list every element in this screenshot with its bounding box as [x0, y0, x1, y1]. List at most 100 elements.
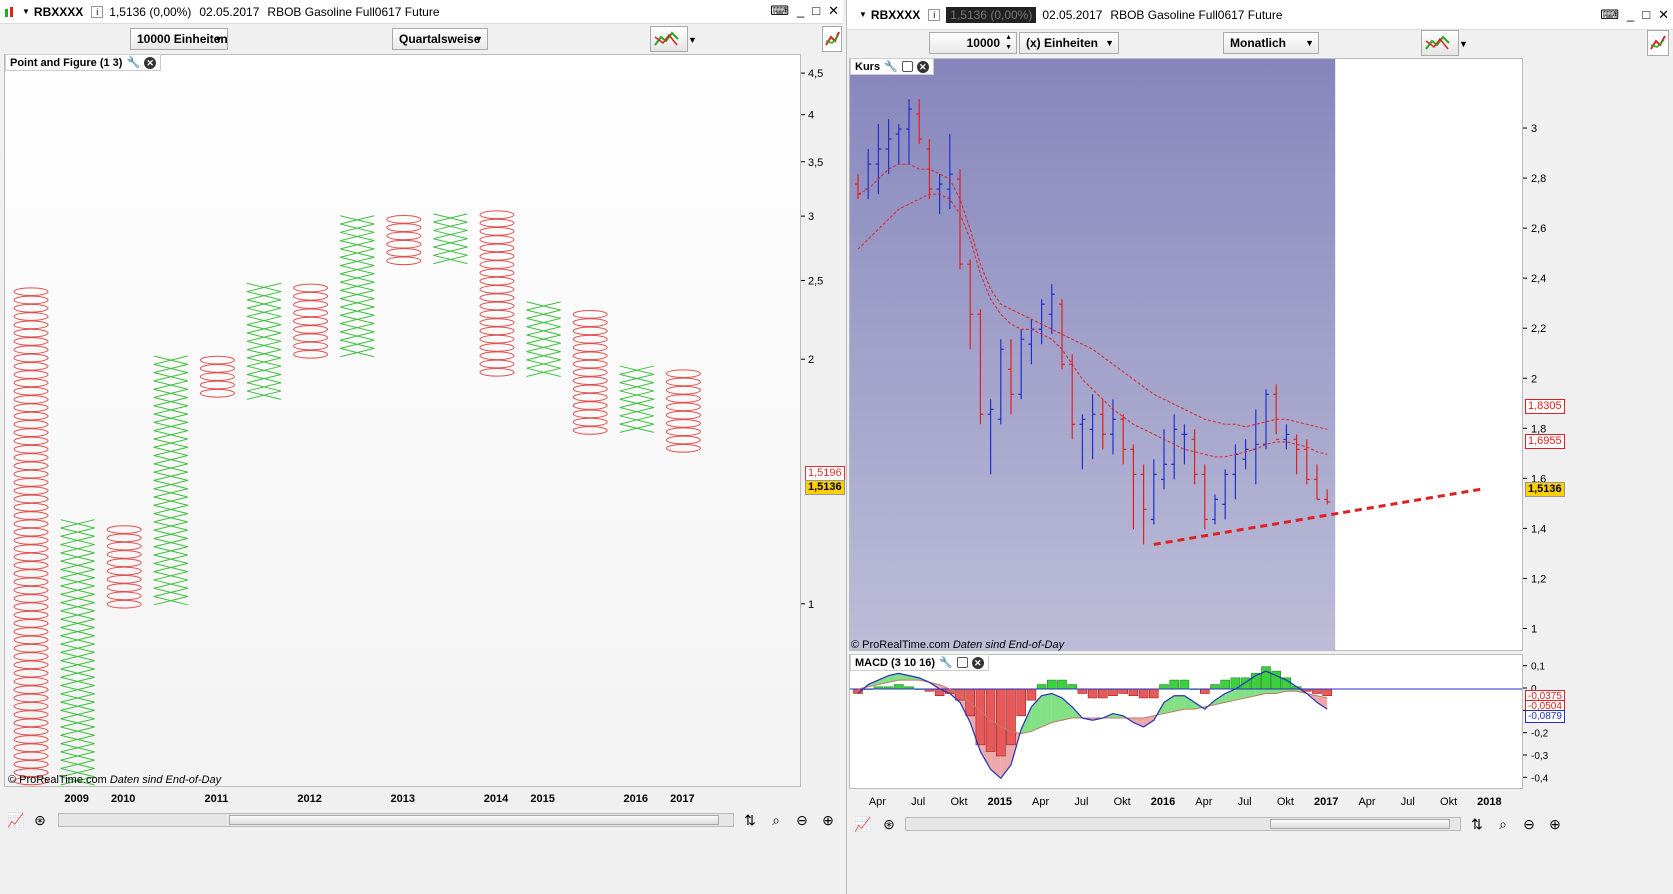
pf-x-mark — [60, 660, 95, 670]
pf-o-mark — [13, 536, 49, 545]
chart-type-button[interactable] — [1421, 30, 1459, 56]
scrollbar-thumb[interactable] — [1270, 819, 1450, 829]
close-icon[interactable]: ✕ — [828, 3, 839, 19]
y-tick-label: -0,4 — [1531, 773, 1549, 784]
zoom-out-icon[interactable]: ⊖ — [792, 810, 812, 830]
zoom-in-icon[interactable]: ⊕ — [1545, 814, 1565, 834]
pf-x-mark — [153, 587, 188, 597]
units-dropdown[interactable]: 10000 Einheiten ▼ — [130, 28, 228, 50]
quantity-stepper[interactable]: 10000 ▲ ▼ — [929, 32, 1017, 54]
period-dropdown[interactable]: Quartalsweise ▼ — [392, 28, 488, 50]
eod-text: Daten sind End-of-Day — [109, 774, 222, 786]
x-tick-label: Apr — [1358, 796, 1375, 808]
macd-histogram-bar — [1016, 688, 1026, 717]
pf-o-mark — [572, 401, 608, 410]
indicator-add-icon[interactable]: ⇅ — [740, 810, 760, 830]
scrollbar-thumb[interactable] — [229, 815, 719, 825]
pf-o-mark — [106, 550, 142, 559]
add-chart-icon[interactable]: 📈 — [853, 814, 873, 834]
macd-histogram-bar — [1220, 679, 1231, 690]
window-icon[interactable] — [901, 61, 913, 72]
keyboard-icon[interactable]: ⌨ — [1600, 7, 1619, 23]
price-chart-svg — [850, 59, 1481, 650]
minimize-icon[interactable]: _ — [1627, 7, 1634, 23]
pf-o-mark — [13, 594, 49, 603]
pf-o-mark — [479, 218, 515, 228]
pf-o-mark — [665, 443, 701, 453]
horizontal-scrollbar[interactable] — [905, 817, 1461, 831]
symbol[interactable]: RBXXXX — [871, 8, 920, 22]
macd-badge-3: -0,0879 — [1525, 710, 1565, 723]
pf-o-mark — [293, 283, 329, 293]
symbol-dropdown-arrow-icon[interactable]: ▼ — [859, 10, 867, 19]
indicator-button[interactable] — [822, 26, 842, 52]
pf-o-mark — [479, 227, 515, 236]
pf-o-mark — [13, 312, 49, 321]
price-alert-icon[interactable]: ⊛ — [30, 810, 50, 830]
zoom-in-icon[interactable]: ⊕ — [818, 810, 838, 830]
pf-o-mark — [293, 325, 329, 334]
stepper-arrows-icon[interactable]: ▲ ▼ — [1005, 33, 1012, 53]
info-icon[interactable]: i — [928, 8, 941, 21]
pf-x-mark — [60, 718, 95, 728]
pf-x-mark — [60, 535, 95, 546]
symbol-dropdown-arrow-icon[interactable]: ▼ — [22, 7, 30, 16]
close-panel-icon[interactable]: ✕ — [144, 56, 157, 69]
pf-x-mark — [153, 455, 188, 465]
x-tick-label: Jul — [911, 796, 925, 808]
indicator-button[interactable] — [1647, 30, 1669, 56]
pf-o-mark — [13, 544, 49, 554]
pf-o-mark — [106, 574, 142, 584]
pf-o-mark — [13, 328, 49, 338]
chart-type-chevron-icon[interactable]: ▼ — [688, 30, 698, 50]
pf-x-mark — [340, 289, 375, 300]
zoom-out-icon[interactable]: ⊖ — [1519, 814, 1539, 834]
period-dropdown[interactable]: Monatlich ▼ — [1223, 32, 1319, 54]
pf-o-mark — [479, 343, 515, 352]
macd-fill — [1133, 718, 1144, 727]
price-alert-icon[interactable]: ⊛ — [879, 814, 899, 834]
pf-x-mark — [60, 743, 95, 753]
wrench-icon[interactable]: 🔧 — [884, 60, 898, 73]
chart-type-chevron-icon[interactable]: ▼ — [1459, 34, 1469, 54]
macd-histogram-bar — [1138, 688, 1149, 699]
units-dropdown[interactable]: (x) Einheiten ▼ — [1019, 32, 1119, 54]
indicator-add-icon[interactable]: ⇅ — [1467, 814, 1487, 834]
chart-type-button[interactable] — [650, 26, 688, 52]
minimize-icon[interactable]: _ — [797, 3, 804, 19]
window-icon[interactable] — [956, 657, 968, 668]
macd-histogram-bar — [975, 688, 986, 746]
keyboard-icon[interactable]: ⌨ — [770, 3, 789, 19]
zoom-fit-icon[interactable]: ⌕ — [766, 810, 786, 830]
wrench-icon[interactable]: 🔧 — [126, 56, 140, 69]
y-tick-label: 1,2 — [1531, 573, 1546, 585]
symbol[interactable]: RBXXXX — [34, 5, 83, 19]
pf-x-mark — [153, 513, 188, 523]
add-chart-icon[interactable]: 📈 — [6, 810, 26, 830]
pf-o-mark — [199, 380, 235, 390]
pf-o-mark — [13, 320, 49, 330]
pf-x-mark — [619, 382, 654, 392]
pf-plot-area[interactable] — [4, 54, 801, 787]
pf-x-mark — [433, 246, 468, 256]
zoom-fit-icon[interactable]: ⌕ — [1493, 814, 1513, 834]
maximize-icon[interactable]: □ — [1642, 7, 1650, 23]
wrench-icon[interactable]: 🔧 — [939, 656, 953, 669]
pf-o-mark — [13, 668, 49, 678]
ma2-badge: 1,6955 — [1525, 434, 1565, 449]
pf-o-mark — [13, 685, 49, 695]
x-tick-label: 2013 — [391, 793, 415, 805]
pf-x-axis: 2009 2010 2011 2012 2013 2014 2015 2016 2017 — [64, 793, 694, 805]
horizontal-scrollbar[interactable] — [58, 813, 734, 827]
price-plot-area[interactable] — [849, 58, 1523, 651]
close-icon[interactable]: ✕ — [1658, 7, 1669, 23]
pf-o-column — [293, 283, 329, 359]
close-panel-icon[interactable]: ✕ — [916, 60, 929, 73]
info-icon[interactable]: i — [91, 5, 104, 18]
macd-plot-area[interactable] — [849, 654, 1523, 789]
close-panel-icon[interactable]: ✕ — [971, 656, 984, 669]
pf-x-mark — [246, 332, 282, 342]
app-icon — [4, 5, 16, 19]
maximize-icon[interactable]: □ — [812, 3, 820, 19]
pf-y-axis: 4,5 4 3,5 3 2,5 2 1 — [801, 68, 823, 611]
